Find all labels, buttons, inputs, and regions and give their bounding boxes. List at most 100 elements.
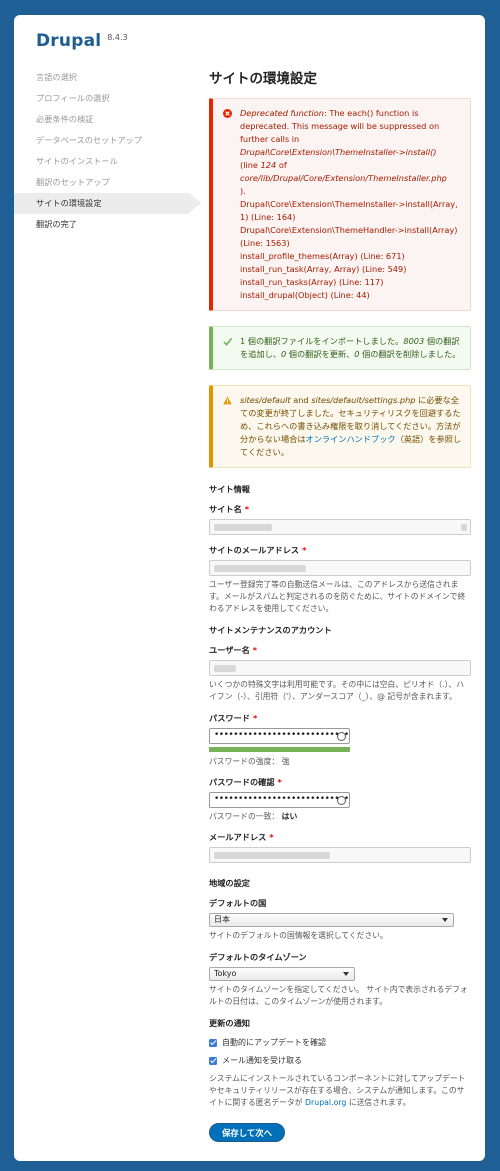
- installer-frame: Drupal 8.4.3 言語の選択 プロフィールの選択 必要条件の検証 データ…: [14, 15, 485, 1161]
- account-email-label: メールアドレス *: [209, 831, 471, 843]
- status-text: 1 個の翻訳ファイルをインポートしました。8003 個の翻訳を追加し、0 個の翻…: [240, 335, 462, 361]
- error-line-number: 124: [260, 160, 277, 170]
- password-strength-bar: [209, 747, 350, 752]
- brand-name: Drupal: [36, 31, 102, 51]
- match-label: パスワードの一致：: [209, 812, 280, 821]
- strength-label: パスワードの強度：: [209, 757, 280, 766]
- password-confirm-input[interactable]: ••••••••••••••••••••••••••••••••: [209, 792, 350, 808]
- password-input[interactable]: ••••••••••••••••••••••••••••••••: [209, 728, 350, 744]
- error-trace: Drupal\Core\Extension\ThemeInstaller->in…: [240, 198, 462, 302]
- status-text-1: 1 個の翻訳ファイルをインポートしました。: [240, 336, 404, 346]
- required-marker: *: [277, 777, 282, 787]
- password-confirm-label: パスワードの確認 *: [209, 776, 471, 788]
- brand-version: 8.4.3: [107, 33, 128, 42]
- password-confirm-label-text: パスワードの確認: [209, 777, 275, 787]
- step-translation-finish: 翻訳の完了: [36, 219, 77, 229]
- error-file: core/lib/Drupal/Core/Extension/ThemeInst…: [240, 173, 447, 183]
- country-help: サイトのデフォルトの国情報を選択してください。: [209, 931, 388, 940]
- username-input[interactable]: [209, 660, 471, 676]
- error-x-icon: [223, 109, 232, 118]
- redacted-value: [214, 665, 236, 672]
- site-email-label-text: サイトのメールアドレス: [209, 545, 300, 555]
- username-label: ユーザー名 *: [209, 644, 471, 656]
- page-title: サイトの環境設定: [209, 71, 317, 87]
- status-text-3: 個の翻訳を更新、: [286, 349, 355, 359]
- email-notify-checkbox[interactable]: [209, 1056, 217, 1065]
- warning-path-2: sites/default/settings.php: [311, 395, 416, 405]
- username-help: いくつかの特殊文字は利用可能です。その中には空白、ピリオド（.）、ハイフン（-）…: [209, 680, 465, 701]
- timezone-label: デフォルトのタイムゾーン: [209, 952, 307, 962]
- timezone-value: Tokyo: [214, 969, 237, 978]
- username-field: ユーザー名 * いくつかの特殊文字は利用可能です。その中には空白、ピリオド（.）、…: [209, 644, 471, 703]
- match-value: はい: [281, 812, 298, 821]
- account-heading: サイトメンテナンスのアカウント: [209, 625, 332, 635]
- site-info-heading: サイト情報: [209, 484, 250, 494]
- update-check-label: 自動的にアップデートを確認: [222, 1038, 326, 1047]
- site-name-field: サイト名 *: [209, 503, 471, 535]
- save-and-continue-button[interactable]: 保存して次へ: [209, 1123, 285, 1142]
- status-text-4: 個の翻訳を削除しました。: [359, 349, 461, 359]
- redacted-value: [214, 524, 272, 531]
- required-marker: *: [244, 504, 250, 514]
- required-marker: *: [269, 832, 274, 842]
- step-translation-setup: 翻訳のセットアップ: [36, 177, 110, 187]
- country-field: デフォルトの国 日本 サイトのデフォルトの国情報を選択してください。: [209, 897, 471, 942]
- error-text: Deprecated function: The each() function…: [240, 107, 462, 198]
- site-email-input[interactable]: [209, 560, 471, 576]
- warning-message: sites/default and sites/default/settings…: [209, 385, 471, 468]
- timezone-select[interactable]: Tokyo: [209, 967, 355, 981]
- reveal-password-icon[interactable]: [337, 796, 346, 805]
- error-heading: Deprecated function: [240, 108, 324, 118]
- trace-line: install_profile_themes(Array) (Line: 671…: [240, 251, 405, 261]
- warning-text: sites/default and sites/default/settings…: [240, 394, 462, 459]
- drupal-org-link[interactable]: Drupal.org: [305, 1098, 346, 1107]
- password-label: パスワード *: [209, 712, 471, 724]
- install-steps: 言語の選択 プロフィールの選択 必要条件の検証 データベースのセットアップ サイ…: [14, 67, 201, 235]
- error-function: Drupal\Core\Extension\ThemeInstaller->in…: [240, 147, 437, 157]
- trace-line: Drupal\Core\Extension\ThemeHandler->inst…: [240, 225, 458, 248]
- status-count-added: 8003: [403, 336, 425, 346]
- trace-line: install_run_tasks(Array) (Line: 117): [240, 277, 384, 287]
- redacted-value: [214, 565, 306, 572]
- updates-help: システムにインストールされているコンポーネントに対してアップデートやセキュリティ…: [209, 1073, 471, 1109]
- password-label-text: パスワード: [209, 713, 250, 723]
- site-email-field: サイトのメールアドレス * ユーザー登録完了等の自動送信メールは、このアドレスから…: [209, 544, 471, 615]
- redacted-value: [461, 524, 467, 531]
- email-notify-row[interactable]: メール通知を受け取る: [209, 1055, 471, 1066]
- step-profile: プロフィールの選択: [36, 93, 110, 103]
- status-message: 1 個の翻訳ファイルをインポートしました。8003 個の翻訳を追加し、0 個の翻…: [209, 326, 471, 370]
- account-email-input[interactable]: [209, 847, 471, 863]
- email-notify-label: メール通知を受け取る: [222, 1056, 302, 1065]
- reveal-password-icon[interactable]: [337, 732, 346, 741]
- regional-heading: 地域の設定: [209, 878, 250, 888]
- required-marker: *: [302, 545, 307, 555]
- trace-line: install_run_task(Array, Array) (Line: 54…: [240, 264, 407, 274]
- handbook-link[interactable]: オンラインハンドブック: [306, 434, 396, 444]
- site-email-label: サイトのメールアドレス *: [209, 544, 471, 556]
- updates-heading: 更新の通知: [209, 1018, 250, 1028]
- redacted-value: [214, 852, 330, 859]
- trace-line: install_drupal(Object) (Line: 44): [240, 290, 370, 300]
- site-name-label-text: サイト名: [209, 504, 242, 514]
- main-content: サイトの環境設定 Deprecated function: The each()…: [209, 67, 471, 1142]
- error-line-of: of: [278, 160, 287, 170]
- site-name-input[interactable]: [209, 519, 471, 535]
- password-strength: パスワードの強度： 強: [209, 756, 471, 767]
- required-marker: *: [252, 713, 258, 723]
- error-message: Deprecated function: The each() function…: [209, 98, 471, 311]
- site-email-help: ユーザー登録完了等の自動送信メールは、このアドレスから送信されます。メールがスパ…: [209, 580, 466, 613]
- country-label: デフォルトの国: [209, 898, 267, 908]
- update-check-row[interactable]: 自動的にアップデートを確認: [209, 1037, 471, 1048]
- account-email-field: メールアドレス *: [209, 831, 471, 863]
- country-value: 日本: [214, 915, 230, 924]
- country-select[interactable]: 日本: [209, 913, 454, 927]
- error-end: ).: [240, 186, 246, 196]
- password-confirm-field: パスワードの確認* ••••••••••••••••••••••••••••••…: [209, 776, 471, 822]
- password-match: パスワードの一致： はい: [209, 811, 471, 822]
- error-line-prefix: (line: [240, 160, 258, 170]
- strength-value: 強: [281, 757, 290, 766]
- password-mask: ••••••••••••••••••••••••••••••••: [214, 794, 349, 804]
- update-check-checkbox[interactable]: [209, 1038, 217, 1047]
- site-name-label: サイト名 *: [209, 503, 471, 515]
- step-configure-site: サイトの環境設定: [14, 193, 201, 214]
